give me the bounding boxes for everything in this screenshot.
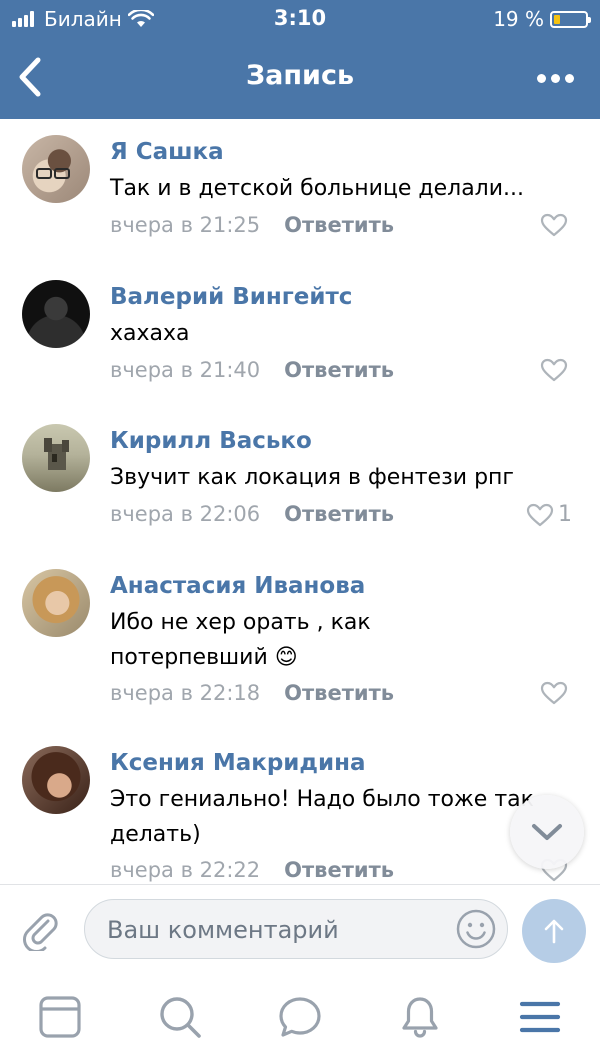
avatar[interactable]: [22, 135, 90, 203]
comment-meta: вчера в 22:22 Ответить: [110, 858, 394, 882]
comment-author[interactable]: Я Сашка: [110, 139, 224, 165]
notifications-icon: [402, 997, 438, 1038]
header: Билайн 3:10 19 % Запись: [0, 0, 600, 119]
search-icon: [160, 997, 201, 1038]
tab-menu[interactable]: [517, 994, 563, 1040]
avatar[interactable]: [22, 280, 90, 348]
comment-time: вчера в 21:25: [110, 213, 261, 237]
reply-button[interactable]: Ответить: [284, 213, 394, 237]
messages-icon: [279, 997, 321, 1037]
comment-time: вчера в 22:06: [110, 502, 261, 526]
avatar[interactable]: [22, 569, 90, 637]
tab-search[interactable]: [157, 994, 203, 1040]
comment-meta: вчера в 22:06 Ответить: [110, 502, 394, 526]
comment-meta: вчера в 21:40 Ответить: [110, 358, 394, 382]
comment-author[interactable]: Анастасия Иванова: [110, 573, 365, 599]
comment-text: Ибо не хер орать , как потерпевший 😊: [110, 610, 371, 670]
emoji-button[interactable]: [455, 908, 497, 950]
comment-list: Я Сашка Так и в детской больнице делали.…: [0, 119, 600, 883]
comment-author[interactable]: Валерий Вингейтс: [110, 284, 352, 310]
like-count: 1: [558, 502, 572, 527]
scroll-down-button[interactable]: [510, 795, 584, 869]
comment-author[interactable]: Ксения Макридина: [110, 750, 366, 776]
avatar[interactable]: [22, 746, 90, 814]
chevron-down-icon: [532, 824, 562, 840]
more-button[interactable]: [532, 66, 578, 90]
arrow-up-icon: [544, 919, 564, 944]
comment-time: вчера в 21:40: [110, 358, 261, 382]
avatar[interactable]: [22, 424, 90, 492]
comment-text: Это гениально! Надо было тоже так делать…: [110, 787, 534, 847]
reply-button[interactable]: Ответить: [284, 858, 394, 882]
comment-text: хахаха: [110, 321, 190, 346]
like-button[interactable]: [540, 358, 572, 382]
comment-text: Так и в детской больнице делали...: [110, 176, 525, 201]
comment-time: вчера в 22:18: [110, 681, 261, 705]
reply-button[interactable]: Ответить: [284, 681, 394, 705]
comment-meta: вчера в 22:18 Ответить: [110, 681, 394, 705]
battery-percent: 19 %: [493, 7, 544, 31]
navbar: Запись: [0, 38, 600, 119]
heart-outline-icon: [540, 358, 568, 382]
reply-button[interactable]: Ответить: [284, 358, 394, 382]
page-title: Запись: [245, 60, 355, 91]
comment-author[interactable]: Кирилл Васько: [110, 428, 312, 454]
comment-time: вчера в 22:22: [110, 858, 261, 882]
paperclip-icon: [23, 913, 58, 953]
comment-meta: вчера в 21:25 Ответить: [110, 213, 394, 237]
tab-messages[interactable]: [277, 994, 323, 1040]
status-bar: Билайн 3:10 19 %: [0, 0, 600, 38]
like-button[interactable]: [540, 681, 572, 705]
battery-group: 19 %: [493, 7, 591, 31]
attach-button[interactable]: [18, 907, 62, 953]
glasses-icon: [36, 168, 70, 179]
comment-composer: [0, 884, 600, 975]
send-button[interactable]: [522, 899, 586, 963]
tab-news[interactable]: [37, 994, 83, 1040]
heart-outline-icon: [540, 213, 568, 237]
menu-icon: [519, 1001, 561, 1033]
heart-outline-icon: [540, 681, 568, 705]
like-button[interactable]: 1: [526, 502, 572, 527]
tab-notifications[interactable]: [397, 994, 443, 1040]
battery-icon: [550, 10, 591, 28]
tab-bar: [0, 974, 600, 1063]
heart-outline-icon: [526, 503, 554, 526]
comment-text: Звучит как локация в фентези рпг: [110, 465, 514, 490]
reply-button[interactable]: Ответить: [284, 502, 394, 526]
comment-input-box: [84, 899, 508, 960]
smile-icon: [456, 909, 496, 949]
comment-input[interactable]: [105, 900, 449, 960]
castle-picture: [44, 438, 69, 470]
news-icon: [39, 996, 81, 1038]
more-dots-icon: [536, 73, 546, 83]
like-button[interactable]: [540, 213, 572, 237]
